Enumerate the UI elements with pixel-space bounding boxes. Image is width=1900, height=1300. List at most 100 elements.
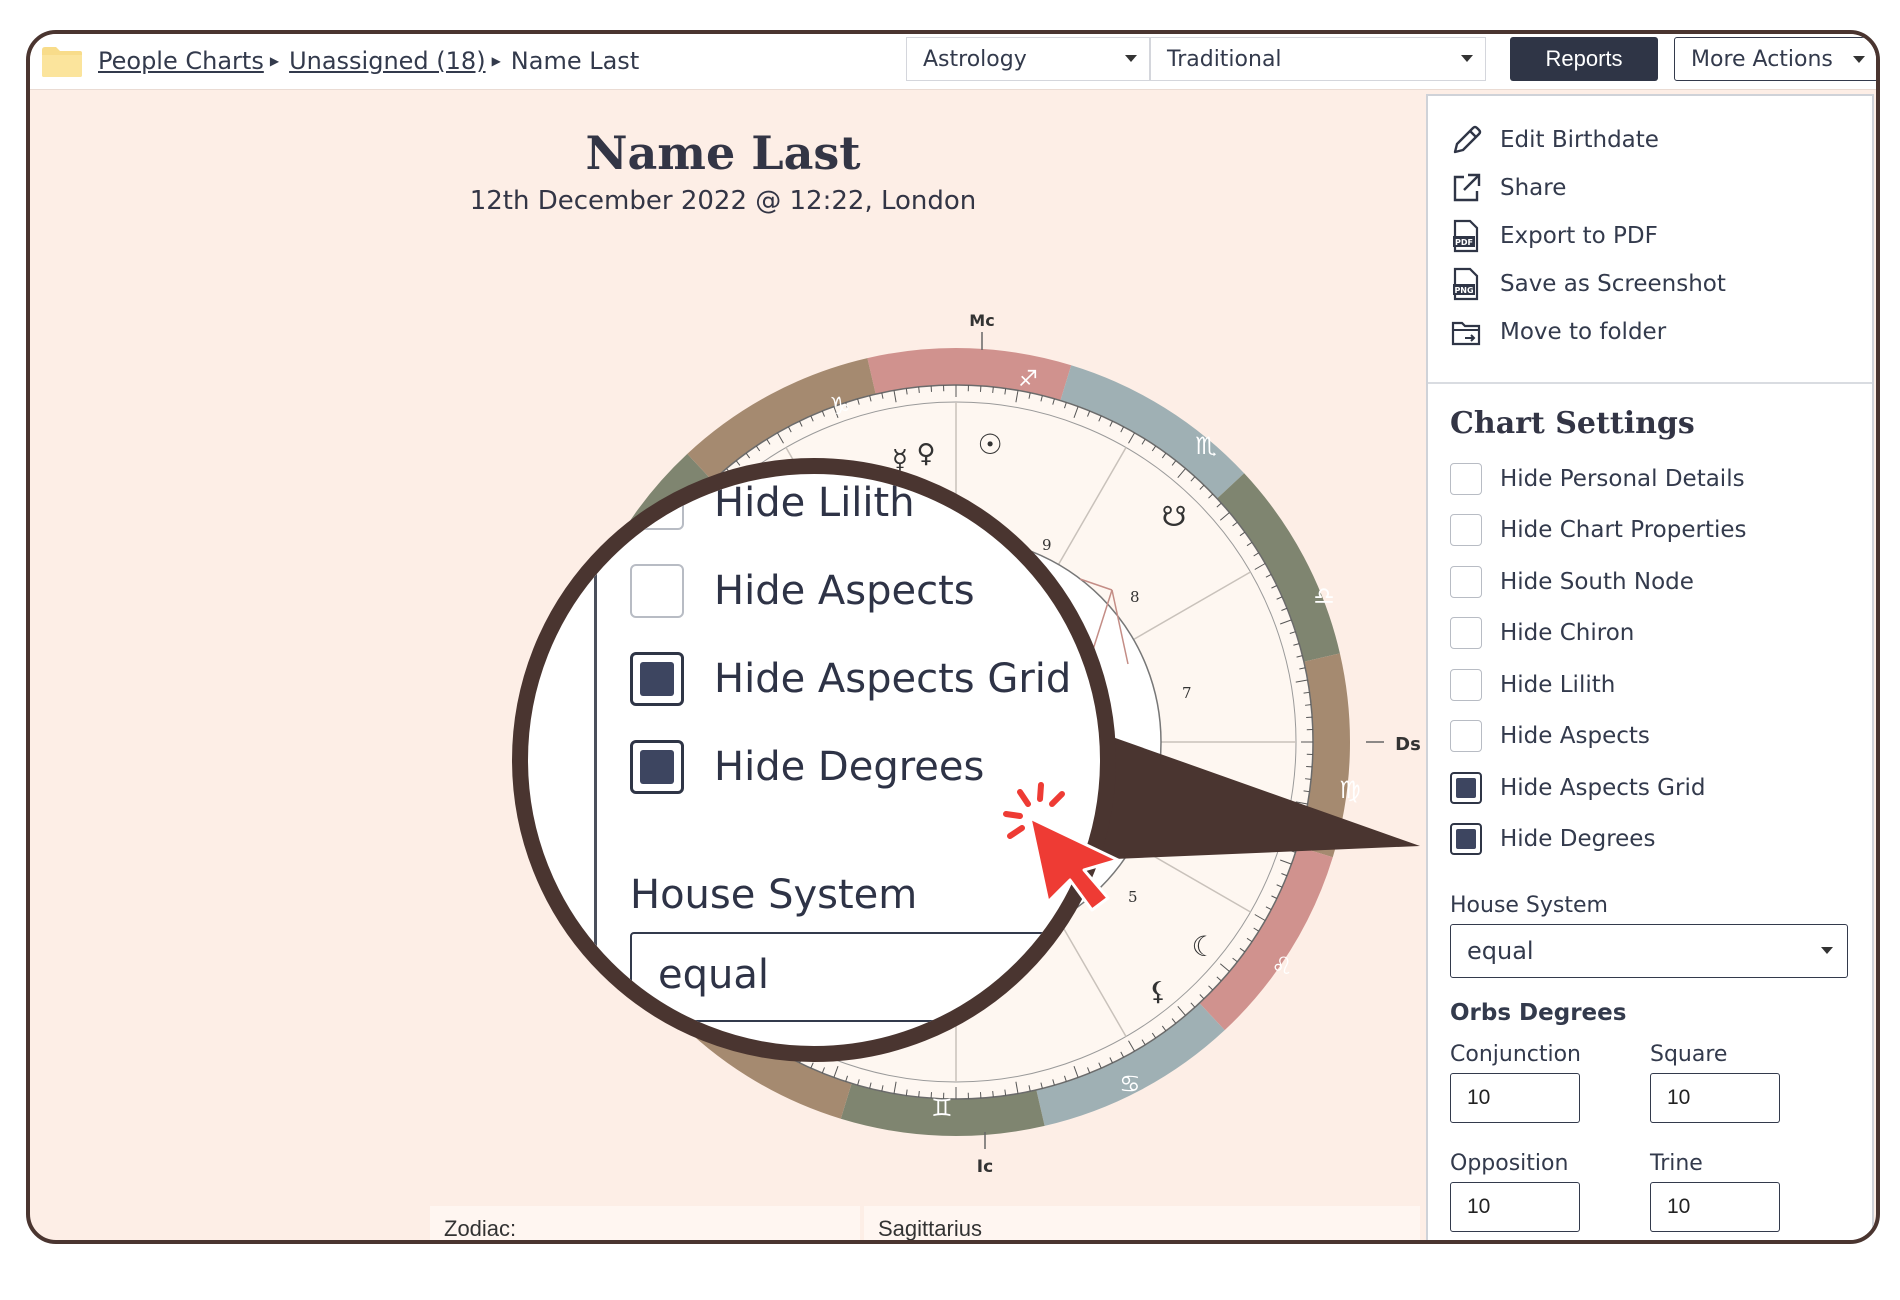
degree-tick: [1305, 704, 1312, 706]
mag-house-system-label: House System: [630, 872, 918, 918]
png-file-icon: PNG: [1453, 267, 1479, 301]
orb-opposition-input[interactable]: 10: [1450, 1182, 1580, 1232]
orb-conjunction: Conjunction 10: [1450, 1042, 1650, 1123]
chevron-down-icon: [1853, 56, 1865, 63]
mag-hide-lilith-label: Hide Lilith: [714, 480, 915, 526]
orb-square-label: Square: [1650, 1042, 1728, 1067]
hide-chart-properties-checkbox[interactable]: [1450, 514, 1482, 547]
info-label: Zodiac:: [430, 1206, 860, 1240]
hide-south-node-checkbox[interactable]: [1450, 565, 1482, 598]
share-button[interactable]: Share: [1428, 164, 1872, 212]
gemini-icon: ♊: [931, 1094, 953, 1122]
save-screenshot-button[interactable]: PNG Save as Screenshot: [1428, 260, 1872, 308]
hide-degrees-checkbox[interactable]: [1450, 823, 1482, 856]
hide-degrees-label: Hide Degrees: [1500, 826, 1656, 853]
magnifier-lens: Hide Lilith Hide Aspects Hide Aspects Gr…: [512, 458, 1116, 1062]
edit-birthdate-label: Edit Birthdate: [1500, 127, 1659, 153]
pencil-icon: [1453, 125, 1482, 154]
hide-lilith-option[interactable]: Hide Lilith: [1428, 659, 1872, 711]
scorpio-icon: ♏: [1195, 432, 1217, 460]
angle-label-ic: Ic: [977, 1157, 993, 1177]
house-system-value: equal: [1467, 937, 1534, 965]
mag-hide-aspects-checkbox[interactable]: [630, 564, 684, 618]
mag-hide-degrees-row[interactable]: Hide Degrees: [630, 740, 984, 794]
angle-label-mc: Mc: [969, 311, 994, 330]
hide-chart-properties-option[interactable]: Hide Chart Properties: [1428, 505, 1872, 557]
orb-opposition-label: Opposition: [1450, 1151, 1569, 1176]
hide-lilith-checkbox[interactable]: [1450, 668, 1482, 701]
hide-personal-details-label: Hide Personal Details: [1500, 465, 1745, 492]
more-actions-button[interactable]: More Actions: [1674, 37, 1876, 81]
export-pdf-label: Export to PDF: [1500, 223, 1658, 249]
chart-settings-title: Chart Settings: [1450, 406, 1695, 441]
mag-house-system-select[interactable]: equal: [630, 932, 1100, 1022]
share-icon: [1453, 173, 1481, 202]
hide-south-node-label: Hide South Node: [1500, 568, 1694, 595]
app-window: People Charts ▶ Unassigned (18) ▶ Name L…: [26, 30, 1880, 1244]
pdf-badge: PDF: [1455, 238, 1473, 247]
hide-aspects-option[interactable]: Hide Aspects: [1428, 711, 1872, 763]
lilith-icon: ⚸: [1148, 977, 1167, 1007]
mag-hide-lilith-row[interactable]: Hide Lilith: [630, 476, 915, 530]
export-pdf-button[interactable]: PDF Export to PDF: [1428, 212, 1872, 260]
hide-aspects-label: Hide Aspects: [1500, 723, 1650, 750]
chevron-down-icon: [1821, 947, 1833, 954]
mag-hide-degrees-checkbox[interactable]: [630, 740, 684, 794]
hide-personal-details-checkbox[interactable]: [1450, 462, 1482, 495]
orbs-degrees-title: Orbs Degrees: [1450, 1000, 1627, 1026]
mag-hide-aspects-grid-row[interactable]: Hide Aspects Grid: [630, 652, 1071, 706]
hide-personal-details-option[interactable]: Hide Personal Details: [1428, 453, 1872, 505]
edit-birthdate-button[interactable]: Edit Birthdate: [1428, 116, 1872, 164]
hide-aspects-checkbox[interactable]: [1450, 720, 1482, 753]
hide-south-node-option[interactable]: Hide South Node: [1428, 556, 1872, 608]
moon-icon: ☾: [1191, 930, 1216, 963]
hide-lilith-label: Hide Lilith: [1500, 671, 1616, 698]
mag-hide-lilith-checkbox[interactable]: [630, 476, 684, 530]
orb-conjunction-label: Conjunction: [1450, 1042, 1582, 1067]
orb-square: Square 10: [1650, 1042, 1850, 1123]
save-screenshot-label: Save as Screenshot: [1500, 271, 1726, 297]
capricorn-icon: ♑: [829, 392, 851, 420]
degree-tick: [1305, 778, 1312, 780]
hide-chiron-option[interactable]: Hide Chiron: [1428, 608, 1872, 660]
hide-aspects-grid-option[interactable]: Hide Aspects Grid: [1428, 762, 1872, 814]
cancer-icon: ♋: [1119, 1070, 1141, 1098]
orb-conjunction-input[interactable]: 10: [1450, 1073, 1580, 1123]
mag-hide-aspects-label: Hide Aspects: [714, 568, 975, 614]
share-label: Share: [1500, 175, 1567, 201]
pdf-file-icon: PDF: [1453, 219, 1479, 253]
orb-opposition: Opposition 10: [1450, 1151, 1650, 1232]
hide-chart-properties-label: Hide Chart Properties: [1500, 517, 1747, 544]
orb-trine: Trine 10: [1650, 1151, 1850, 1232]
settings-sidebar: Edit Birthdate Share PDF Export to PDF P…: [1426, 94, 1874, 1240]
orbs-grid: Conjunction 10 Square 10 Opposition 10 T…: [1450, 1042, 1872, 1232]
leo-icon: ♌: [1271, 952, 1293, 980]
degree-tick: [918, 1091, 920, 1098]
venus-icon: ♀: [916, 439, 935, 469]
mag-hide-degrees-label: Hide Degrees: [714, 744, 985, 790]
hide-chiron-checkbox[interactable]: [1450, 617, 1482, 650]
info-value: Sagittarius: [864, 1206, 1420, 1240]
mag-hide-aspects-row[interactable]: Hide Aspects: [630, 564, 975, 618]
mag-hide-aspects-grid-checkbox[interactable]: [630, 652, 684, 706]
magnifier-content: Hide Lilith Hide Aspects Hide Aspects Gr…: [528, 474, 1100, 1046]
hide-degrees-option[interactable]: Hide Degrees: [1428, 814, 1872, 866]
house-number-5: 5: [1128, 888, 1138, 906]
hide-aspects-grid-checkbox[interactable]: [1450, 771, 1482, 804]
angle-label-ds: Ds: [1395, 734, 1421, 755]
mag-hide-aspects-grid-label: Hide Aspects Grid: [714, 656, 1072, 702]
house-number-7: 7: [1182, 684, 1192, 702]
orb-square-input[interactable]: 10: [1650, 1073, 1780, 1123]
orb-trine-input[interactable]: 10: [1650, 1182, 1780, 1232]
house-system-select[interactable]: equal: [1450, 924, 1848, 978]
chart-actions-menu: Edit Birthdate Share PDF Export to PDF P…: [1428, 96, 1872, 384]
house-system-label: House System: [1450, 893, 1608, 918]
sun-icon: ☉: [977, 428, 1002, 461]
libra-icon: ♎: [1313, 582, 1335, 610]
move-to-folder-button[interactable]: Move to folder: [1428, 308, 1872, 356]
settings-checkbox-list: Hide Personal Details Hide Chart Propert…: [1428, 453, 1872, 865]
degree-tick: [918, 386, 920, 393]
hide-aspects-grid-label: Hide Aspects Grid: [1500, 774, 1706, 801]
reports-button[interactable]: Reports: [1510, 37, 1658, 81]
chevron-down-icon: [1461, 55, 1473, 62]
